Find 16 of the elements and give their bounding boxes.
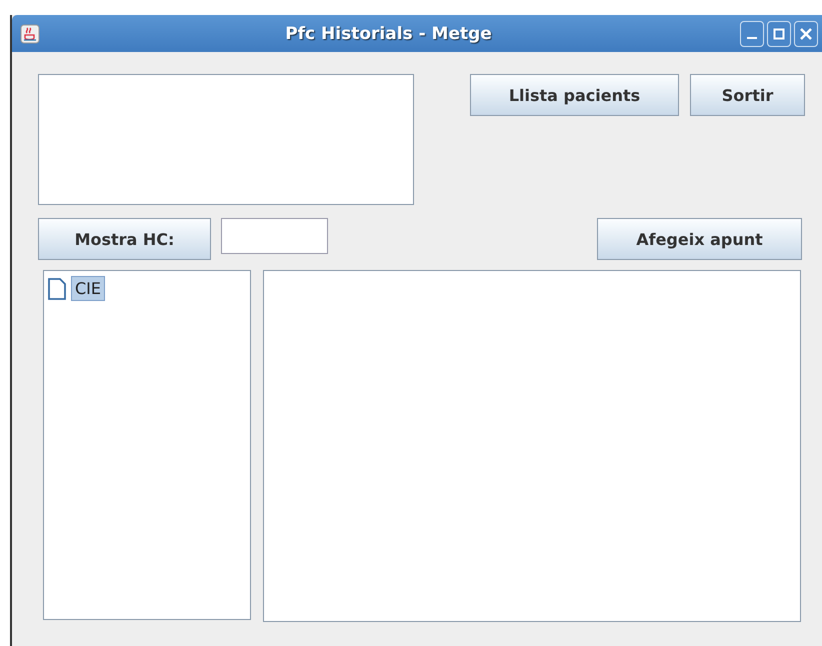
- maximize-icon: [773, 28, 785, 40]
- show-button[interactable]: Mostra HC:: [38, 218, 211, 260]
- minimize-icon: [747, 36, 757, 38]
- cup-icon: [20, 24, 40, 44]
- maximize-button[interactable]: [767, 20, 791, 46]
- document-icon: [47, 276, 67, 300]
- window-title: Pfc Historials - Metge: [284, 24, 493, 44]
- patients-list-button[interactable]: Llista pacients: [470, 74, 679, 116]
- add-note-button[interactable]: Afegeix apunt: [597, 218, 802, 260]
- minimize-button[interactable]: [740, 20, 764, 46]
- tree-item[interactable]: CIE: [71, 276, 105, 301]
- exit-button[interactable]: Sortir: [690, 74, 805, 116]
- close-button[interactable]: [794, 20, 818, 46]
- input-field[interactable]: [221, 218, 328, 254]
- close-icon: [800, 28, 812, 40]
- text-area[interactable]: [38, 74, 414, 205]
